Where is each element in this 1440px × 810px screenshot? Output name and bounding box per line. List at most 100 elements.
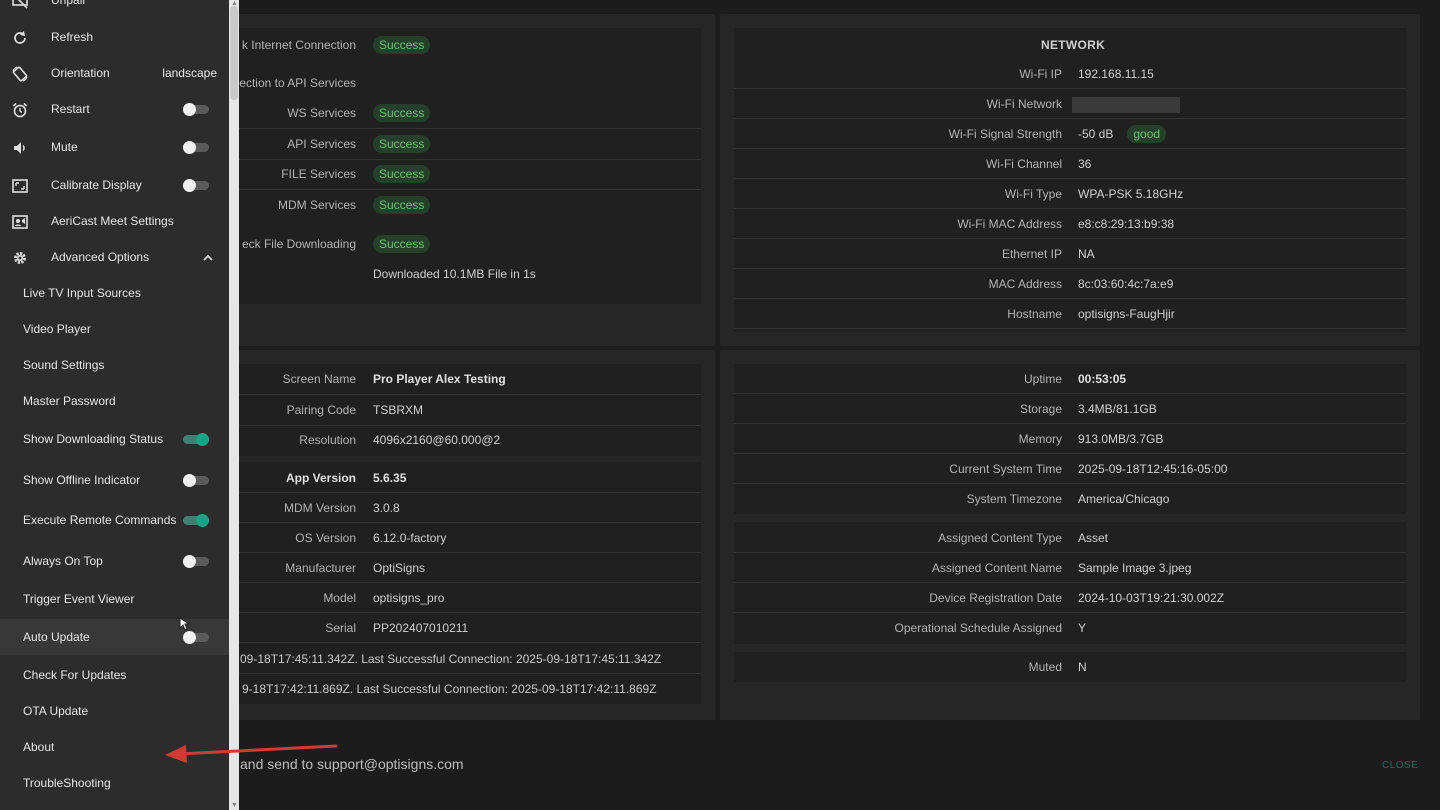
network-row-label: Wi-Fi IP [1019, 67, 1062, 81]
toggle-switch[interactable] [183, 631, 209, 644]
calibrate-icon [12, 178, 28, 194]
network-row-value: 36 [1078, 157, 1092, 171]
device-row: Resolution 4096x2160@60.000@2 [231, 425, 701, 455]
toggle-knob [183, 141, 196, 154]
scroll-thumb[interactable] [230, 6, 238, 100]
toggle-switch[interactable] [183, 103, 209, 116]
menu-item-master-password[interactable]: Master Password [0, 383, 229, 419]
service-row-value-wrap: Success [373, 129, 431, 159]
row-divider [239, 642, 701, 643]
system-row-label: Memory [1018, 432, 1062, 446]
menu-item-auto-update[interactable]: Auto Update [0, 619, 229, 655]
menu-item-restart[interactable]: Restart [0, 91, 229, 127]
service-row-badge: Success [373, 196, 431, 215]
menu-scrollbar[interactable]: ▲ ▼ [229, 0, 239, 810]
network-row-value: 8c:03:60:4c:7a:e9 [1078, 277, 1174, 291]
service-row: FILE Services Success [231, 159, 701, 189]
toggle-knob [196, 514, 209, 527]
system-row: Muted N [734, 652, 1406, 682]
menu-item-ota-update[interactable]: OTA Update [0, 693, 229, 729]
menu-item-video-player[interactable]: Video Player [0, 311, 229, 347]
menu-item-refresh[interactable]: Refresh [0, 19, 229, 55]
toggle-knob [183, 474, 196, 487]
alarm-icon [12, 102, 28, 118]
orientation-icon [12, 66, 28, 82]
connection-log-1: 09-18T17:45:11.342Z. Last Successful Con… [240, 652, 662, 666]
menu-item-execute-remote-commands[interactable]: Execute Remote Commands [0, 502, 229, 538]
refresh-icon [12, 30, 28, 46]
device-row-label: Resolution [299, 433, 356, 447]
menu-item-label: AeriCast Meet Settings [51, 214, 174, 228]
menu-item-troubleshooting[interactable]: TroubleShooting [0, 765, 229, 801]
network-row: Wi-Fi IP 192.168.11.15 [734, 59, 1406, 89]
menu-item-sound-settings[interactable]: Sound Settings [0, 347, 229, 383]
toggle-switch[interactable] [183, 179, 209, 192]
network-row-value: e8:c8:29:13:b9:38 [1078, 217, 1175, 231]
redacted-network-name [1072, 96, 1180, 113]
menu-item-label: Master Password [23, 394, 116, 408]
network-row: Hostname optisigns-FaugHjir [734, 299, 1406, 329]
menu-item-advanced-options[interactable]: Advanced Options [0, 239, 229, 275]
device-row-label: MDM Version [283, 501, 356, 515]
system-row: Assigned Content Name Sample Image 3.jpeg [734, 553, 1406, 583]
menu-item-live-tv-input-sources[interactable]: Live TV Input Sources [0, 275, 229, 311]
menu-item-always-on-top[interactable]: Always On Top [0, 543, 229, 579]
network-row-value: NA [1078, 247, 1095, 261]
system-row-value: America/Chicago [1078, 492, 1170, 506]
toggle-switch[interactable] [183, 514, 209, 527]
toggle-switch[interactable] [183, 555, 209, 568]
device-row: MDM Version 3.0.8 [231, 493, 701, 523]
side-menu: Unpair Refresh Orientation landscape Restart… [0, 0, 229, 810]
menu-item-label: Execute Remote Commands [23, 513, 177, 527]
menu-item-label: Unpair [51, 0, 87, 7]
network-row-label: Wi-Fi Signal Strength [948, 127, 1062, 141]
service-row-value-wrap: Success [373, 159, 431, 189]
file-download-row: eck File Downloading Success [231, 229, 701, 259]
service-row-value-wrap: Success [373, 190, 431, 220]
signal-strength-value: -50 dB [1078, 127, 1114, 141]
system-row-value: Sample Image 3.jpeg [1078, 561, 1192, 575]
network-row-label: Wi-Fi Channel [985, 157, 1062, 171]
system-row: Operational Schedule Assigned Y [734, 613, 1406, 643]
network-row-value: optisigns-FaugHjir [1078, 307, 1175, 321]
menu-item-label: Live TV Input Sources [23, 286, 141, 300]
menu-item-mute[interactable]: Mute [0, 129, 229, 165]
menu-item-show-offline-indicator[interactable]: Show Offline Indicator [0, 462, 229, 498]
service-row-badge: Success [373, 134, 431, 153]
support-text: and send to support@optisigns.com [240, 756, 464, 772]
internet-row: k Internet Connection Success [231, 30, 701, 60]
connection-log-2: 9-18T17:42:11.869Z. Last Successful Conn… [242, 682, 657, 696]
speaker-icon [12, 140, 28, 156]
menu-item-show-downloading-status[interactable]: Show Downloading Status [0, 421, 229, 457]
scroll-down-icon[interactable]: ▼ [231, 802, 238, 809]
unpair-icon [12, 0, 28, 9]
menu-item-label: Trigger Event Viewer [23, 592, 135, 606]
system-row-label: Uptime [1023, 372, 1062, 386]
menu-item-aericast-meet-settings[interactable]: AeriCast Meet Settings [0, 203, 229, 239]
device-row-label: Model [323, 591, 356, 605]
menu-item-label: Always On Top [23, 554, 103, 568]
menu-item-calibrate-display[interactable]: Calibrate Display [0, 167, 229, 203]
device-row-value: OptiSigns [373, 561, 426, 575]
system-row-label: Current System Time [949, 462, 1062, 476]
device-row-value: 5.6.35 [373, 471, 407, 485]
toggle-switch[interactable] [183, 141, 209, 154]
system-row: Uptime 00:53:05 [734, 364, 1406, 394]
toggle-knob [183, 555, 196, 568]
menu-item-check-for-updates[interactable]: Check For Updates [0, 657, 229, 693]
toggle-switch[interactable] [183, 474, 209, 487]
menu-item-trigger-event-viewer[interactable]: Trigger Event Viewer [0, 581, 229, 617]
menu-item-label: OTA Update [23, 704, 89, 718]
menu-item-unpair[interactable]: Unpair [0, 0, 229, 18]
device-row-value: Pro Player Alex Testing [373, 372, 506, 386]
network-row-label: Ethernet IP [1001, 247, 1062, 261]
menu-item-label: Show Offline Indicator [23, 473, 141, 487]
menu-item-orientation[interactable]: Orientation landscape [0, 55, 229, 91]
menu-item-label: Calibrate Display [51, 178, 142, 192]
menu-item-label: TroubleShooting [23, 776, 111, 790]
menu-item-about[interactable]: About [0, 729, 229, 765]
system-row-label: Assigned Content Type [938, 531, 1062, 545]
toggle-knob [183, 103, 196, 116]
close-button[interactable]: CLOSE [1382, 760, 1418, 771]
toggle-switch[interactable] [183, 433, 209, 446]
